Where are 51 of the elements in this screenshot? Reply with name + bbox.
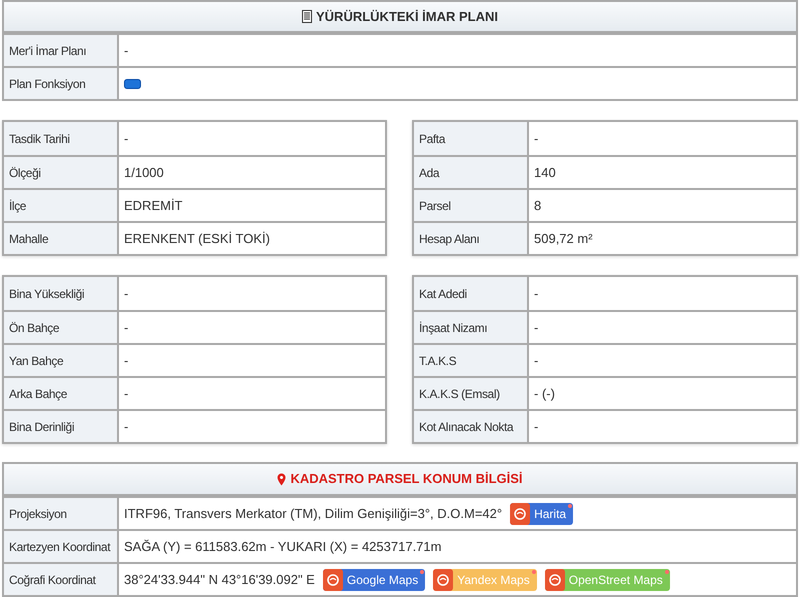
row-label: Arka Bahçe — [4, 378, 119, 409]
row-label: Kat Adedi — [414, 277, 529, 310]
row-label: Mahalle — [4, 223, 119, 254]
document-icon — [302, 10, 312, 23]
cell-value: - — [124, 418, 128, 436]
cell-value: - — [124, 130, 128, 148]
row-label: Projeksiyon — [4, 498, 119, 529]
cell-value: 38°24'33.944" N 43°16'39.092" E — [124, 570, 315, 589]
section-title: KADASTRO PARSEL KONUM BİLGİSİ — [290, 470, 523, 488]
row-label: Hesap Alanı — [414, 223, 529, 254]
cell-value: ERENKENT (ESKİ TOKİ) — [124, 230, 270, 248]
row-label: T.A.K.S — [414, 345, 529, 376]
map-link[interactable]: Google Maps — [322, 568, 426, 590]
cell-value: 8 — [534, 196, 542, 215]
cell-value: - — [534, 284, 538, 303]
cell-value: 509,72 m² — [534, 230, 593, 248]
cell-value: - — [124, 352, 128, 370]
row-label: İnşaat Nizamı — [414, 312, 529, 343]
cell-value: EDREMİT — [124, 196, 182, 215]
cell-value: - — [534, 418, 538, 436]
row-label: Tasdik Tarihi — [4, 122, 119, 155]
cell-value: SAĞA (Y) = 611583.62m - YUKARI (X) = 4253717.71m — [124, 538, 442, 556]
cell-value: - — [534, 318, 538, 337]
cell-value: - (-) — [534, 384, 555, 403]
row-label: Ön Bahçe — [4, 312, 119, 343]
row-label: Ada — [414, 157, 529, 188]
row-label: Bina Derinliği — [4, 411, 119, 442]
cell-value: 140 — [534, 164, 556, 182]
row-label: Plan Fonksiyon — [4, 68, 119, 99]
cell-value: - — [534, 130, 538, 148]
row-label: Pafta — [414, 122, 529, 155]
cell-value: - — [124, 318, 128, 337]
row-label: Kot Alınacak Nokta — [414, 411, 529, 442]
row-label: Yan Bahçe — [4, 345, 119, 376]
row-label: Kartezyen Koordinat — [4, 531, 119, 562]
map-pin-icon — [277, 472, 286, 486]
row-label: İlçe — [4, 190, 119, 221]
cell-value: 1/1000 — [124, 164, 164, 182]
section-title: YÜRÜRLÜKTEKİ İMAR PLANI — [316, 8, 498, 26]
cell-value: - — [124, 384, 128, 403]
cell-value: - — [534, 352, 538, 370]
row-label: Ölçeği — [4, 157, 119, 188]
cell-value: - — [124, 284, 128, 303]
row-label: Mer'i İmar Planı — [4, 35, 119, 66]
row-label: K.A.K.S (Emsal) — [414, 378, 529, 409]
map-link[interactable]: Harita — [510, 502, 574, 524]
row-label: Parsel — [414, 190, 529, 221]
cell-value: - — [124, 42, 128, 60]
row-label: Bina Yüksekliği — [4, 277, 119, 310]
cell-value: ITRF96, Transvers Merkator (TM), Dilim Genişiliği=3°, D.O.M=42° — [124, 504, 502, 523]
row-label: Coğrafi Koordinat — [4, 564, 119, 595]
